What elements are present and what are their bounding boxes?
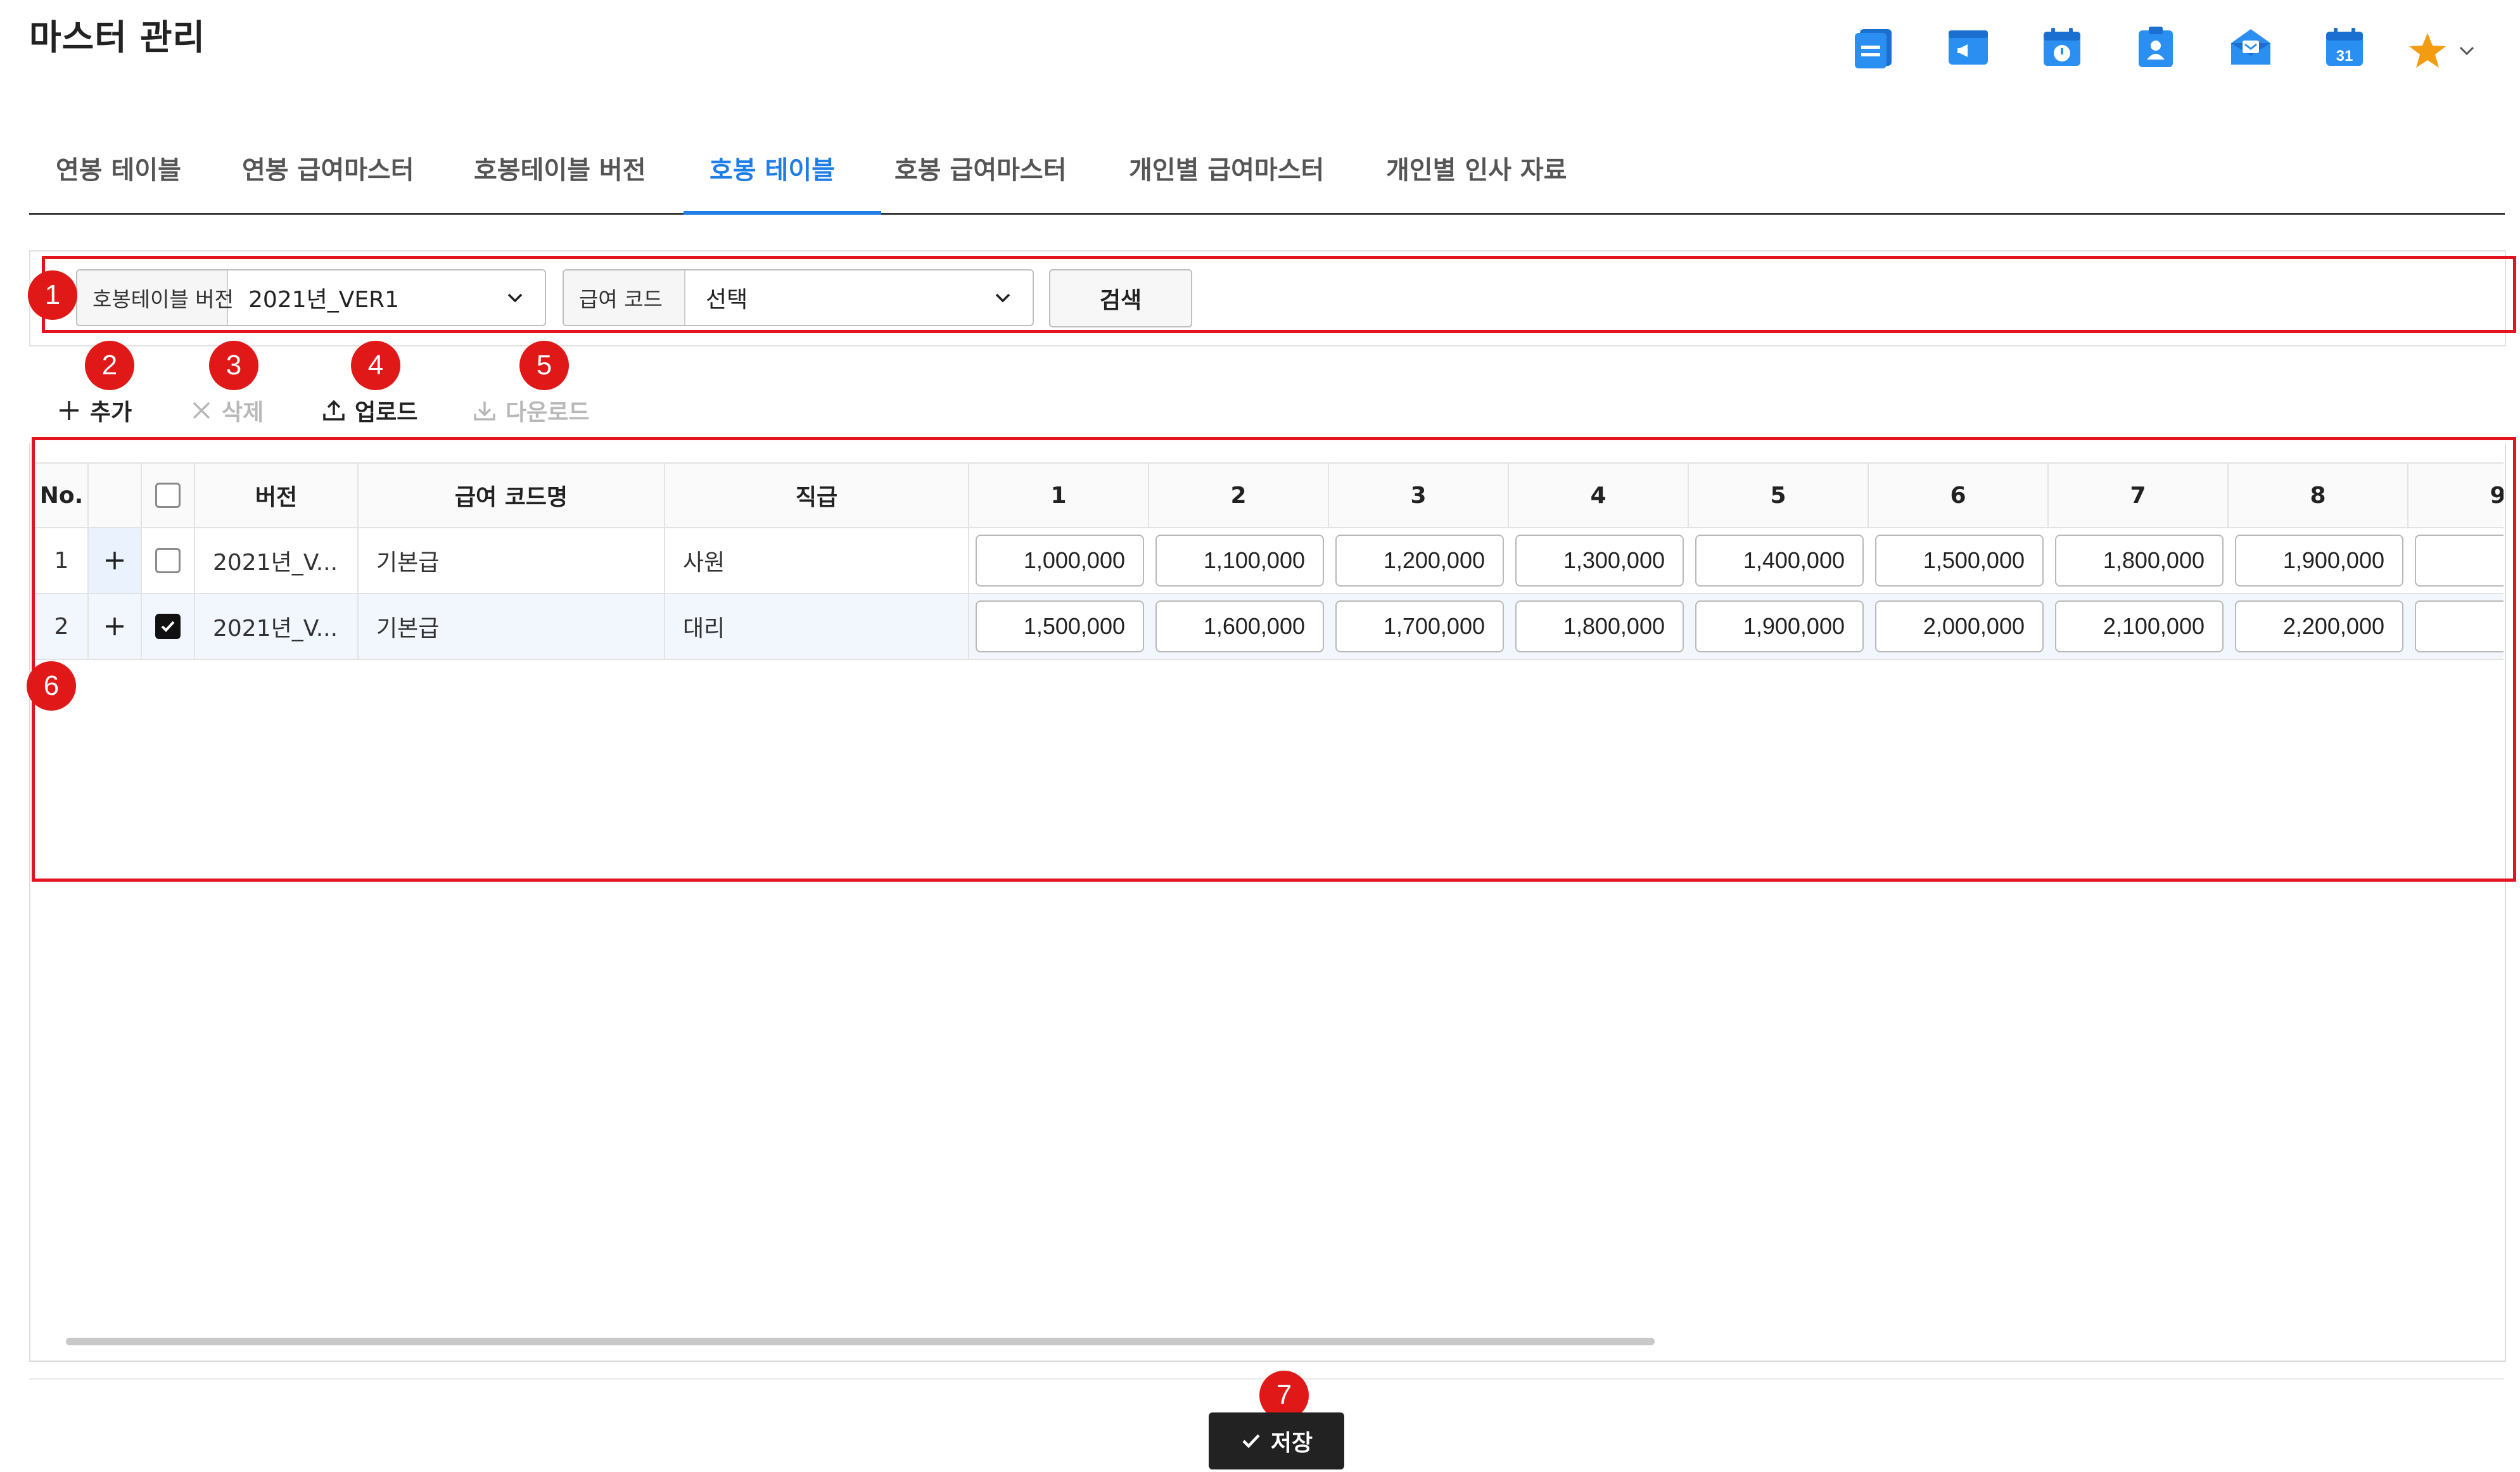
contact-clipboard-icon[interactable]: [2134, 25, 2178, 70]
horizontal-scrollbar[interactable]: [66, 1338, 1655, 1345]
add-label: 추가: [90, 400, 132, 426]
marker-2: 2: [85, 341, 134, 390]
tab-step-salary-master[interactable]: 호봉 급여마스터: [894, 149, 1067, 186]
check-icon: [1242, 1434, 1260, 1449]
star-icon: [2409, 33, 2446, 68]
delete-button[interactable]: 삭제: [190, 391, 264, 429]
delete-label: 삭제: [222, 400, 264, 426]
marker-6: 6: [27, 661, 76, 711]
marker-3: 3: [209, 341, 258, 390]
calendar-31-icon[interactable]: 31: [2322, 25, 2367, 70]
download-button[interactable]: 다운로드: [473, 391, 589, 429]
highlight-box-search: [42, 256, 2516, 333]
marker-4: 4: [351, 341, 400, 390]
announcement-icon[interactable]: [1946, 25, 1990, 70]
tab-step-table-version[interactable]: 호봉테이블 버전: [474, 149, 646, 186]
mail-open-icon[interactable]: [2229, 25, 2273, 70]
tab-salary-master[interactable]: 연봉 급여마스터: [242, 149, 414, 186]
upload-label: 업로드: [355, 400, 418, 426]
download-label: 다운로드: [506, 400, 590, 426]
download-icon: [474, 402, 495, 421]
tab-individual-hr-data[interactable]: 개인별 인사 자료: [1386, 149, 1567, 186]
tab-individual-salary-master[interactable]: 개인별 급여마스터: [1129, 149, 1324, 186]
tab-step-table[interactable]: 호봉 테이블: [710, 149, 835, 186]
add-button[interactable]: 추가: [57, 391, 132, 429]
tab-bar: 연봉 테이블 연봉 급여마스터 호봉테이블 버전 호봉 테이블 호봉 급여마스터…: [29, 133, 2505, 215]
favorites-menu[interactable]: [2407, 30, 2477, 71]
tab-salary-table[interactable]: 연봉 테이블: [56, 149, 181, 186]
marker-1: 1: [28, 270, 77, 320]
calendar-clock-icon[interactable]: [2040, 25, 2084, 70]
calendar-day-text: 31: [2336, 48, 2353, 65]
active-tab-indicator: [684, 211, 881, 215]
marker-5: 5: [519, 341, 569, 390]
highlight-box-grid: [32, 437, 2516, 882]
upload-icon: [323, 400, 345, 421]
save-label: 저장: [1270, 1430, 1313, 1456]
page-title: 마스터 관리: [29, 17, 206, 58]
close-icon: [193, 402, 210, 419]
chevron-down-icon: [2459, 46, 2474, 56]
save-button[interactable]: 저장: [1209, 1412, 1344, 1469]
document-icon[interactable]: [1851, 25, 1895, 70]
upload-button[interactable]: 업로드: [322, 391, 417, 429]
plus-icon: [60, 401, 79, 420]
